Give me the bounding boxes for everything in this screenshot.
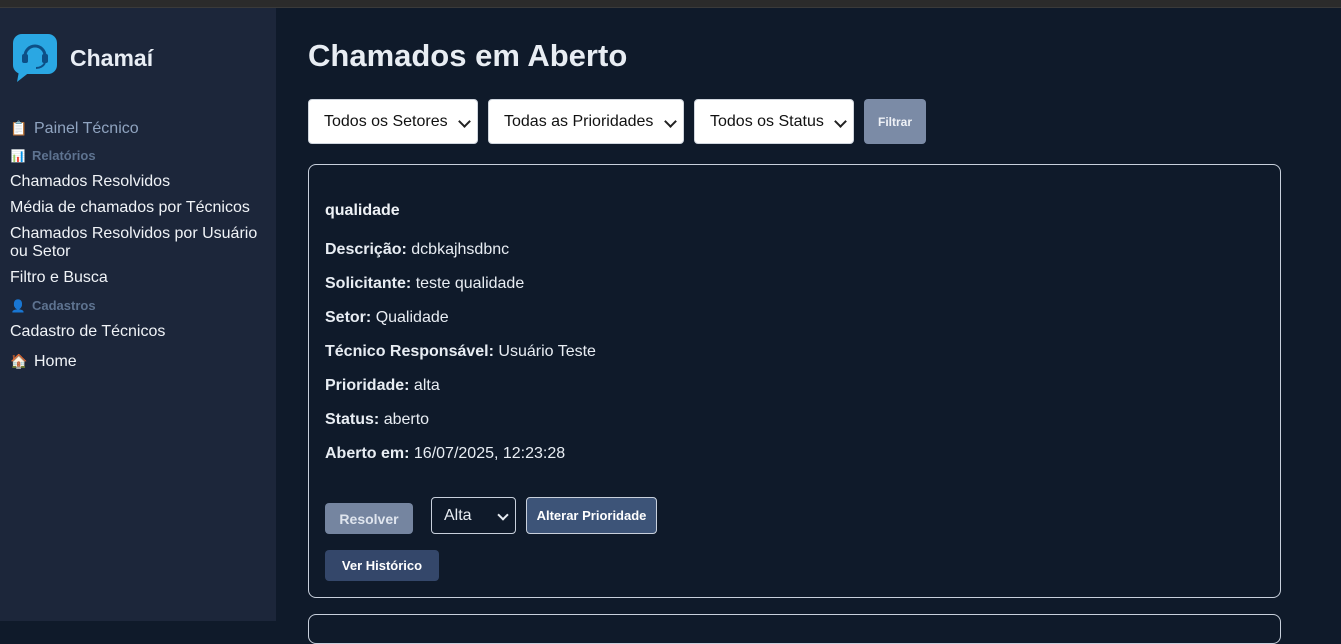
- sidebar-item-filtro-busca[interactable]: Filtro e Busca: [10, 269, 108, 287]
- sidebar-item-painel-tecnico[interactable]: 📋 Painel Técnico: [10, 119, 139, 138]
- field-value: aberto: [383, 411, 430, 428]
- resolve-button[interactable]: Resolver: [325, 503, 413, 534]
- field-value: alta: [413, 377, 440, 394]
- ticket-card: qualidade Descrição: dcbkajhsdbnc Solici…: [308, 164, 1281, 598]
- status-filter-select[interactable]: Todos os Status: [694, 99, 854, 144]
- field-value: teste qualidade: [415, 275, 525, 292]
- sidebar-item-label: Painel Técnico: [34, 120, 139, 137]
- field-label: Prioridade:: [325, 377, 410, 394]
- field-label: Aberto em:: [325, 445, 410, 462]
- select-value: Todos os Status: [710, 112, 824, 130]
- field-prioridade: Prioridade: alta: [325, 377, 440, 395]
- section-label: Relatórios: [32, 148, 96, 163]
- sidebar-item-home[interactable]: 🏠 Home: [10, 352, 77, 371]
- prioridade-filter-select[interactable]: Todas as Prioridades: [488, 99, 684, 144]
- ticket-title: qualidade: [325, 202, 400, 219]
- bar-chart-icon: 📊: [10, 149, 26, 163]
- section-label: Cadastros: [32, 298, 96, 313]
- window-top-strip: [0, 0, 1341, 8]
- field-value: Usuário Teste: [498, 343, 596, 360]
- page-title: Chamados em Aberto: [308, 38, 628, 73]
- sidebar-item-media-tecnicos[interactable]: Média de chamados por Técnicos: [10, 199, 250, 217]
- field-value: Qualidade: [375, 309, 449, 326]
- view-history-button[interactable]: Ver Histórico: [325, 550, 439, 581]
- field-tecnico-responsavel: Técnico Responsável: Usuário Teste: [325, 343, 596, 361]
- field-setor: Setor: Qualidade: [325, 309, 449, 327]
- sidebar-item-label: Home: [34, 353, 77, 370]
- change-priority-button[interactable]: Alterar Prioridade: [526, 497, 657, 534]
- section-relatorios: 📊 Relatórios: [10, 148, 96, 164]
- headset-chat-logo-icon: [13, 34, 57, 82]
- chevron-down-icon: [834, 115, 847, 128]
- select-value: Todas as Prioridades: [504, 112, 654, 130]
- field-solicitante: Solicitante: teste qualidade: [325, 275, 524, 293]
- app-name: Chamaí: [70, 44, 154, 71]
- setor-filter-select[interactable]: Todos os Setores: [308, 99, 478, 144]
- section-cadastros: 👤 Cadastros: [10, 298, 96, 314]
- field-aberto-em: Aberto em: 16/07/2025, 12:23:28: [325, 445, 565, 463]
- brand[interactable]: Chamaí: [13, 34, 153, 82]
- sidebar-item-cadastro-tecnicos[interactable]: Cadastro de Técnicos: [10, 323, 165, 341]
- select-value: Todos os Setores: [324, 112, 448, 130]
- field-label: Descrição:: [325, 241, 407, 258]
- sidebar-item-resolvidos-usuario-setor[interactable]: Chamados Resolvidos por Usuário ou Setor: [10, 225, 265, 261]
- chevron-down-icon: [664, 115, 677, 128]
- sidebar-item-chamados-resolvidos[interactable]: Chamados Resolvidos: [10, 173, 170, 191]
- sidebar: Chamaí 📋 Painel Técnico 📊 Relatórios Chama…: [0, 8, 276, 621]
- field-label: Status:: [325, 411, 380, 428]
- next-ticket-card: [308, 614, 1281, 644]
- clipboard-icon: 📋: [10, 120, 28, 136]
- field-label: Solicitante:: [325, 275, 412, 292]
- field-descricao: Descrição: dcbkajhsdbnc: [325, 241, 509, 259]
- chevron-down-icon: [458, 115, 471, 128]
- field-label: Técnico Responsável:: [325, 343, 494, 360]
- home-icon: 🏠: [10, 353, 28, 369]
- chevron-down-icon: [497, 509, 509, 521]
- field-value: 16/07/2025, 12:23:28: [413, 445, 566, 462]
- user-icon: 👤: [10, 299, 26, 313]
- priority-select[interactable]: Alta: [431, 497, 516, 534]
- filter-button[interactable]: Filtrar: [864, 99, 926, 144]
- field-label: Setor:: [325, 309, 372, 326]
- field-value: dcbkajhsdbnc: [411, 241, 510, 258]
- field-status: Status: aberto: [325, 411, 429, 429]
- select-value: Alta: [444, 506, 472, 524]
